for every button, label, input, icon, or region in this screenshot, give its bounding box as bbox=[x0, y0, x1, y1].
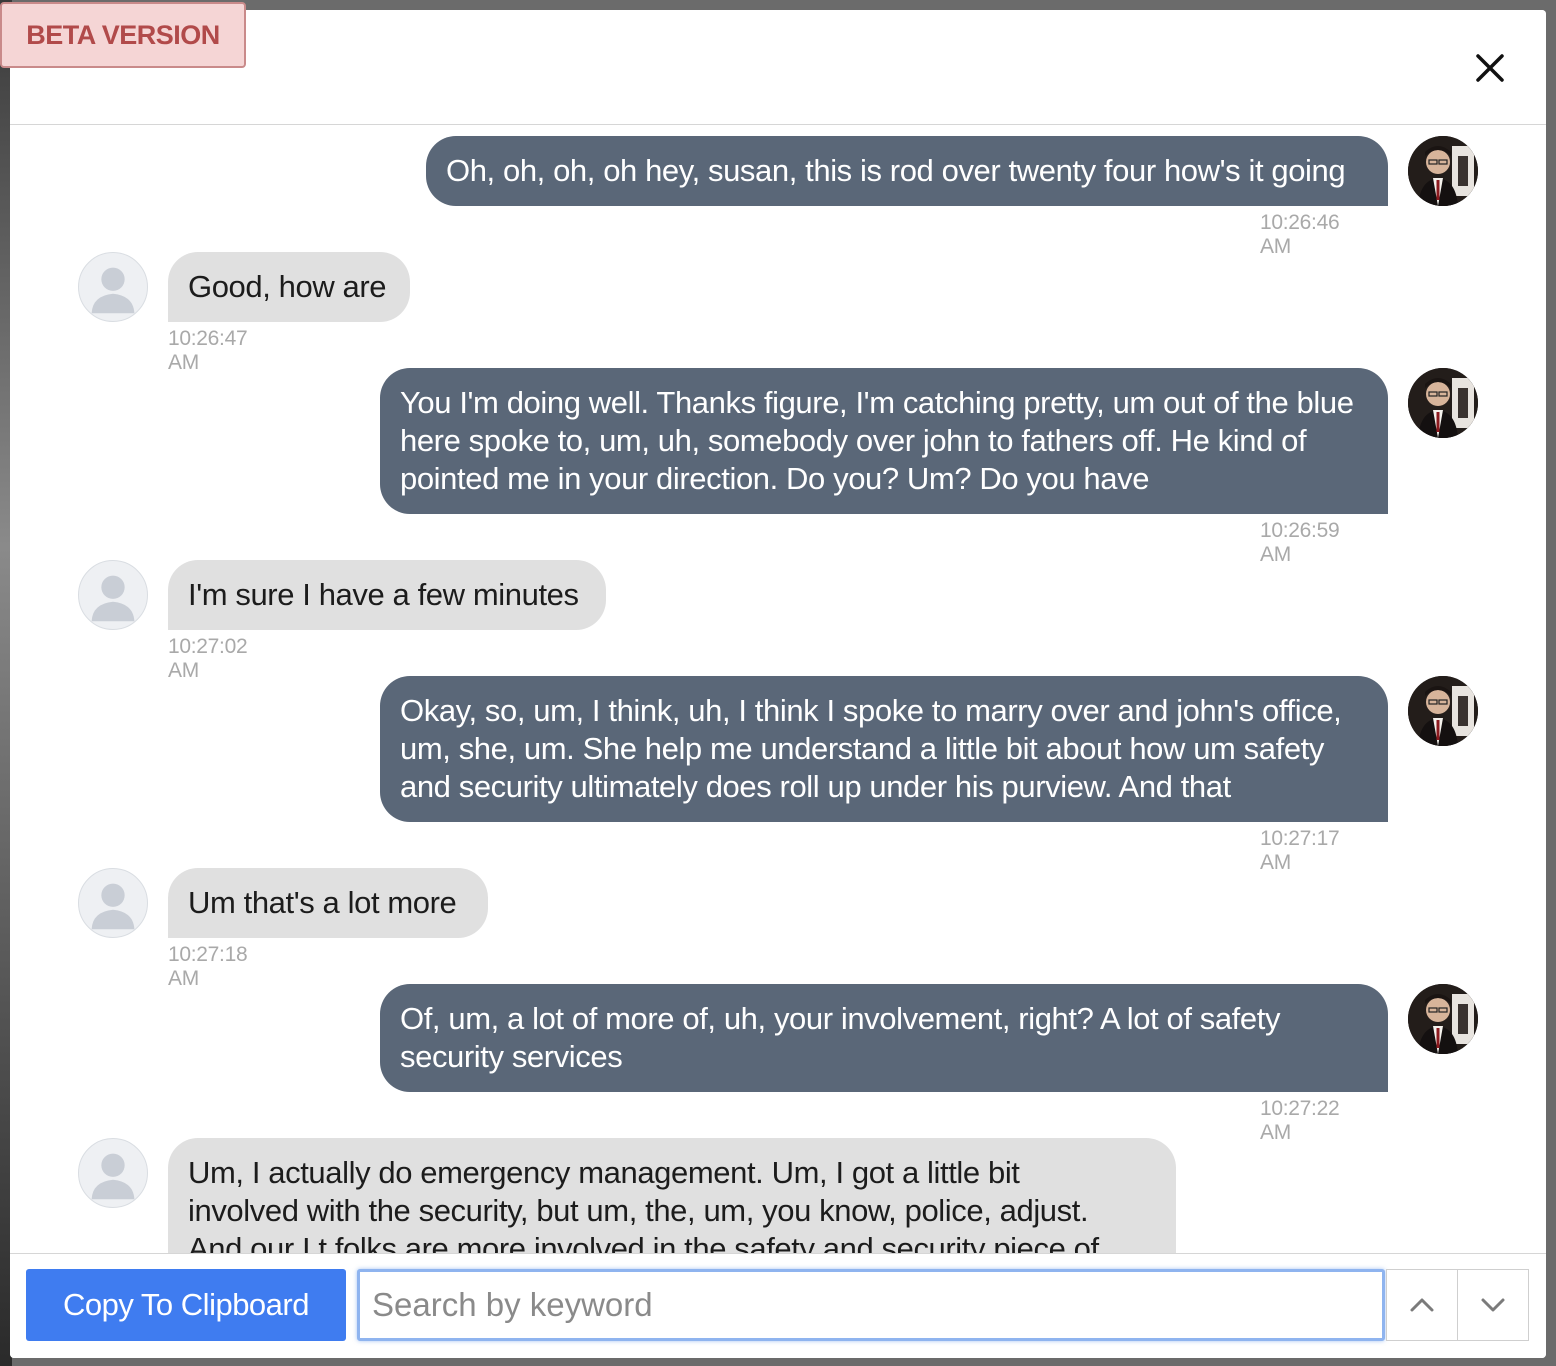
message-timestamp: 10:27:22 AM bbox=[1260, 1097, 1340, 1144]
message-bubble: Good, how are bbox=[168, 252, 410, 322]
user-silhouette-icon bbox=[91, 883, 135, 930]
message-bubble: Um, I actually do emergency management. … bbox=[168, 1138, 1176, 1253]
previous-match-button[interactable] bbox=[1386, 1269, 1458, 1341]
message-bubble: Oh, oh, oh, oh hey, susan, this is rod o… bbox=[426, 136, 1388, 206]
avatar-photo-icon bbox=[1408, 368, 1478, 438]
next-match-button[interactable] bbox=[1457, 1269, 1529, 1341]
search-input[interactable] bbox=[357, 1269, 1385, 1341]
message-list[interactable]: Oh, oh, oh, oh hey, susan, this is rod o… bbox=[10, 125, 1546, 1253]
user-silhouette-icon bbox=[91, 1153, 135, 1200]
message-bubble: You I'm doing well. Thanks figure, I'm c… bbox=[380, 368, 1388, 514]
contact-avatar bbox=[78, 868, 148, 938]
avatar-photo-icon bbox=[1408, 984, 1478, 1054]
message-timestamp: 10:26:46 AM bbox=[1260, 211, 1340, 258]
user-avatar bbox=[1408, 368, 1478, 438]
close-button[interactable] bbox=[1470, 48, 1510, 88]
avatar-photo-icon bbox=[1408, 676, 1478, 746]
copy-to-clipboard-button[interactable]: Copy To Clipboard bbox=[26, 1269, 346, 1341]
modal-footer: Copy To Clipboard bbox=[10, 1253, 1546, 1358]
beta-version-badge: BETA VERSION bbox=[0, 2, 246, 68]
message-timestamp: 10:27:18 AM bbox=[168, 943, 248, 990]
message-timestamp: 10:27:02 AM bbox=[168, 635, 248, 682]
user-avatar bbox=[1408, 984, 1478, 1054]
contact-avatar bbox=[78, 1138, 148, 1208]
chevron-down-icon bbox=[1481, 1298, 1505, 1312]
message-bubble: Um that's a lot more bbox=[168, 868, 488, 938]
message-timestamp: 10:26:47 AM bbox=[168, 327, 248, 374]
user-avatar bbox=[1408, 136, 1478, 206]
contact-avatar bbox=[78, 560, 148, 630]
user-silhouette-icon bbox=[91, 575, 135, 622]
avatar-photo-icon bbox=[1408, 136, 1478, 206]
message-timestamp: 10:27:17 AM bbox=[1260, 827, 1340, 874]
message-bubble: I'm sure I have a few minutes bbox=[168, 560, 606, 630]
message-timestamp: 10:26:59 AM bbox=[1260, 519, 1340, 566]
chevron-up-icon bbox=[1410, 1298, 1434, 1312]
message-bubble: Of, um, a lot of more of, uh, your invol… bbox=[380, 984, 1388, 1092]
contact-avatar bbox=[78, 252, 148, 322]
transcript-modal: Oh, oh, oh, oh hey, susan, this is rod o… bbox=[10, 10, 1546, 1358]
message-bubble: Okay, so, um, I think, uh, I think I spo… bbox=[380, 676, 1388, 822]
user-avatar bbox=[1408, 676, 1478, 746]
user-silhouette-icon bbox=[91, 267, 135, 314]
close-icon bbox=[1476, 54, 1504, 82]
